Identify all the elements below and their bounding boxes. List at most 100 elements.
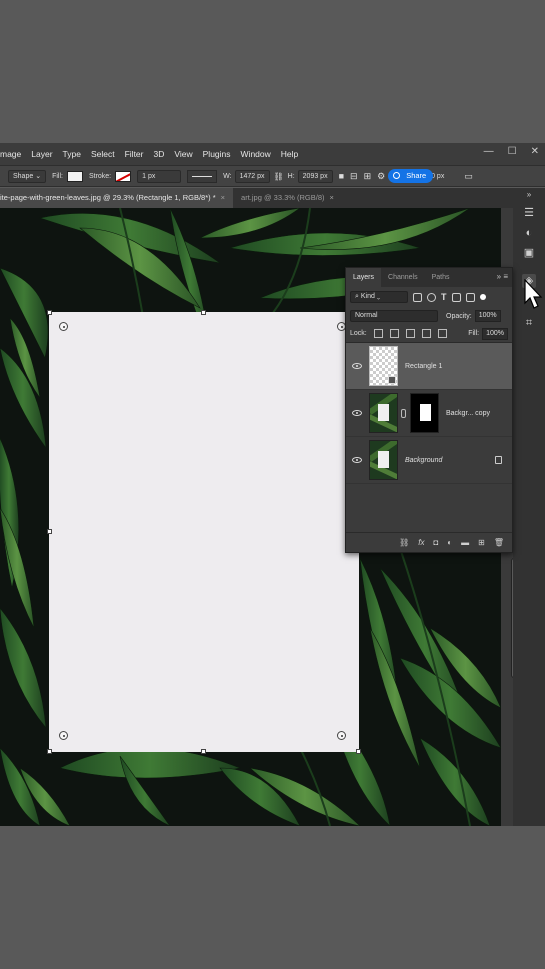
layers-panel-tabs: Layers Channels Paths » ≡ <box>346 268 512 287</box>
add-mask-icon[interactable]: ◘ <box>433 538 438 547</box>
fill-swatch[interactable] <box>66 170 83 182</box>
link-layers-icon[interactable]: ⛓ <box>399 538 409 547</box>
video-bottom-margin <box>0 826 545 969</box>
properties-icon[interactable]: ☰ <box>522 206 536 220</box>
filter-shape-icon[interactable] <box>451 292 461 302</box>
mask-link-icon[interactable] <box>401 408 406 418</box>
adjustments-icon[interactable]: ◐ <box>522 226 536 240</box>
transform-handle-bottom-right[interactable] <box>337 731 346 740</box>
lock-transparency-icon[interactable] <box>373 329 383 338</box>
tab-layers[interactable]: Layers <box>346 268 382 287</box>
width-field[interactable]: 1472 px <box>234 169 270 183</box>
opacity-label: Opacity: <box>446 312 472 320</box>
stroke-style-dropdown[interactable] <box>187 169 218 183</box>
stroke-label: Stroke: <box>88 172 112 180</box>
blend-mode-dropdown[interactable]: Normal <box>350 310 438 322</box>
visibility-eye-icon[interactable] <box>352 363 362 369</box>
tab-channels[interactable]: Channels <box>381 268 425 287</box>
layer-name[interactable]: Background <box>405 457 442 464</box>
menu-help[interactable]: Help <box>276 149 303 159</box>
transform-handle-top-left-corner[interactable] <box>47 310 52 315</box>
libraries-icon[interactable]: ▣ <box>522 246 536 260</box>
options-bar: Shape ⌄ Fill: Stroke: 1 px W: 1472 px ⛓ … <box>0 165 545 187</box>
layer-thumbnail <box>369 440 398 480</box>
opacity-field[interactable]: 100% <box>474 310 501 322</box>
filter-pixel-icon[interactable] <box>413 292 422 302</box>
fx-icon[interactable]: fx <box>418 538 424 547</box>
trash-icon[interactable]: 🗑 <box>494 538 504 547</box>
menu-view[interactable]: View <box>169 149 197 159</box>
link-dimensions-icon[interactable]: ⛓ <box>274 172 284 181</box>
close-icon[interactable]: × <box>221 193 225 202</box>
menu-3d[interactable]: 3D <box>148 149 169 159</box>
lock-row: Lock: Fill: 100% <box>346 325 512 343</box>
tab-paths[interactable]: Paths <box>425 268 457 287</box>
path-operations-icon[interactable]: ■ <box>339 171 344 181</box>
stroke-width-field[interactable]: 1 px <box>137 169 182 183</box>
transform-handle-left[interactable] <box>47 529 52 534</box>
filter-adjustment-icon[interactable] <box>427 292 436 302</box>
menu-layer[interactable]: Layer <box>26 149 57 159</box>
layer-row-background-copy[interactable]: Backgr... copy <box>346 390 512 437</box>
rectangle-shape-layer[interactable] <box>49 312 359 752</box>
fill-field[interactable]: 100% <box>482 327 508 340</box>
gear-icon[interactable]: ⚙ <box>377 171 385 182</box>
shape-badge-icon <box>388 376 396 384</box>
layers-panel-footer: ⛓ fx ◘ ◐ ▬ ⊞ 🗑 <box>346 532 512 552</box>
transform-handle-bottom[interactable] <box>201 749 206 754</box>
tab-green-leaves[interactable]: ite-page-with-green-leaves.jpg @ 29.3% (… <box>0 188 234 208</box>
maximize-icon[interactable]: ☐ <box>508 146 517 157</box>
minimize-icon[interactable]: — <box>484 146 494 157</box>
layer-name[interactable]: Rectangle 1 <box>405 363 442 370</box>
layer-filter-row: ⌕ Kind ⌄ T <box>346 287 512 307</box>
layer-name[interactable]: Backgr... copy <box>446 410 490 417</box>
filter-smart-object-icon[interactable] <box>465 292 475 302</box>
blend-row: Normal Opacity: 100% <box>346 307 512 325</box>
filter-kind-dropdown[interactable]: ⌕ Kind ⌄ <box>350 291 408 303</box>
layer-row-rectangle[interactable]: Rectangle 1 <box>346 343 512 390</box>
document-tabs: ite-page-with-green-leaves.jpg @ 29.3% (… <box>0 188 513 208</box>
tab-art[interactable]: art.jpg @ 33.3% (RGB/8) × <box>233 188 342 208</box>
menu-bar: mage Layer Type Select Filter 3D View Pl… <box>0 143 545 165</box>
panel-layout-icon[interactable]: ▭ <box>464 171 473 182</box>
menu-filter[interactable]: Filter <box>120 149 149 159</box>
new-layer-icon[interactable]: ⊞ <box>478 538 485 547</box>
filter-toggle-icon[interactable] <box>479 294 486 300</box>
folder-icon[interactable]: ▬ <box>461 538 469 547</box>
menu-type[interactable]: Type <box>58 149 86 159</box>
share-button[interactable]: Share <box>388 169 434 183</box>
close-icon[interactable]: ✕ <box>531 146 539 157</box>
layer-row-background[interactable]: Background <box>346 437 512 484</box>
adjustment-layer-icon[interactable]: ◐ <box>447 538 452 547</box>
path-alignment-icon[interactable]: ⊟ <box>350 171 358 182</box>
expand-panels-icon[interactable]: » <box>522 188 536 202</box>
lock-icon[interactable] <box>495 456 502 464</box>
visibility-eye-icon[interactable] <box>352 457 362 463</box>
visibility-eye-icon[interactable] <box>352 410 362 416</box>
shape-mode-dropdown[interactable]: Shape ⌄ <box>8 169 47 183</box>
menu-image[interactable]: mage <box>0 149 26 159</box>
transform-handle-bottom-left[interactable] <box>59 731 68 740</box>
filter-type-icon[interactable]: T <box>441 292 447 302</box>
transform-handle-bottom-right-corner[interactable] <box>356 749 361 754</box>
paths-icon[interactable]: ⌗ <box>522 316 536 330</box>
fill-label: Fill: <box>52 172 63 180</box>
menu-select[interactable]: Select <box>86 149 120 159</box>
menu-window[interactable]: Window <box>236 149 276 159</box>
transform-handle-top-left[interactable] <box>59 322 68 331</box>
layer-thumbnail <box>369 393 398 433</box>
menu-plugins[interactable]: Plugins <box>198 149 236 159</box>
panel-menu-icon[interactable]: » ≡ <box>497 272 508 281</box>
path-arrangement-icon[interactable]: ⊞ <box>364 171 372 182</box>
lock-pixels-icon[interactable] <box>389 329 399 338</box>
stroke-swatch[interactable] <box>115 170 132 182</box>
transform-handle-bottom-left-corner[interactable] <box>47 749 52 754</box>
close-icon[interactable]: × <box>330 193 334 202</box>
mouse-pointer-icon <box>524 279 543 309</box>
lock-artboard-icon[interactable] <box>421 329 431 338</box>
lock-all-icon[interactable] <box>437 329 447 338</box>
transform-handle-top[interactable] <box>201 310 206 315</box>
lock-position-icon[interactable] <box>405 329 415 338</box>
layer-mask-thumbnail[interactable] <box>410 393 439 433</box>
height-field[interactable]: 2093 px <box>297 169 333 183</box>
